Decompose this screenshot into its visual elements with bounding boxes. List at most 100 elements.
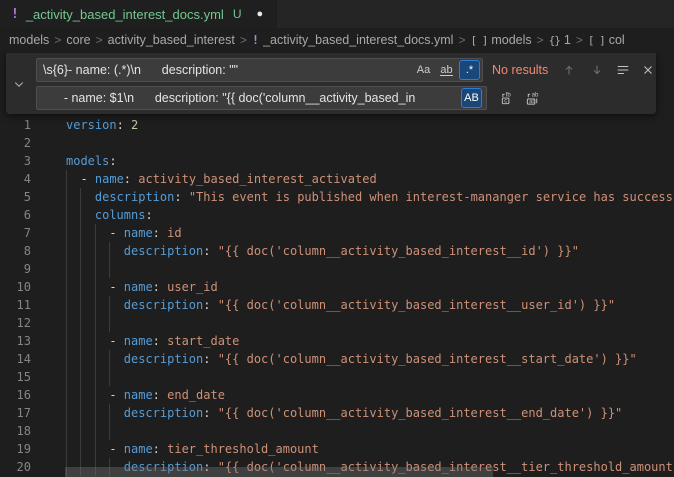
breadcrumb-separator-icon: >	[537, 33, 544, 47]
indent-guide	[66, 368, 80, 386]
code-area: 1version: 223models:4- name: activity_ba…	[0, 116, 674, 476]
code-line-16[interactable]: 16- name: end_date	[0, 386, 674, 404]
breadcrumb-item-activity-based-interest[interactable]: activity_based_interest	[108, 33, 235, 47]
code-line-8[interactable]: 8description: "{{ doc('column__activity_…	[0, 242, 674, 260]
find-in-selection-toggle[interactable]	[612, 60, 634, 80]
line-number: 19	[0, 440, 31, 458]
indent-guide	[66, 278, 80, 296]
find-previous-button[interactable]	[558, 60, 580, 80]
indent-guide	[66, 170, 80, 188]
line-number: 14	[0, 350, 31, 368]
code-line-18[interactable]: 18	[0, 422, 674, 440]
code-line-10[interactable]: 10- name: user_id	[0, 278, 674, 296]
indent-guide	[80, 242, 94, 260]
code-line-4[interactable]: 4- name: activity_based_interest_activat…	[0, 170, 674, 188]
line-number: 13	[0, 332, 31, 350]
breadcrumb-label: models	[9, 33, 49, 47]
toggle-replace-chevron-icon[interactable]	[8, 53, 30, 114]
indent-guide	[66, 224, 80, 242]
preserve-case-toggle[interactable]: AB	[461, 88, 482, 108]
indent-guide	[80, 224, 94, 242]
breadcrumb-item-models[interactable]: [ ]models	[470, 33, 531, 47]
tab-activity-based-interest-docs[interactable]: ! _activity_based_interest_docs.yml U ●	[0, 0, 277, 28]
symbol-kind-icon: {}	[549, 34, 560, 47]
whole-word-toggle[interactable]: ab	[436, 60, 457, 80]
indent-guide	[66, 242, 80, 260]
code-line-2[interactable]: 2	[0, 134, 674, 152]
indent-guide	[80, 350, 94, 368]
breadcrumb: models > core > activity_based_interest > !_ac…	[0, 28, 674, 52]
breadcrumb-label: core	[66, 33, 90, 47]
indent-guide	[109, 404, 123, 422]
code-line-3[interactable]: 3models:	[0, 152, 674, 170]
code-line-6[interactable]: 6columns:	[0, 206, 674, 224]
line-number: 20	[0, 458, 31, 476]
code-line-14[interactable]: 14description: "{{ doc('column__activity…	[0, 350, 674, 368]
breadcrumb-label: col	[609, 33, 625, 47]
code-line-17[interactable]: 17 description: "{{ doc('column__activity…	[0, 404, 674, 422]
code-line-13[interactable]: 13 - name: start_date	[0, 332, 674, 350]
line-number: 17	[0, 404, 31, 422]
git-untracked-badge: U	[233, 7, 242, 21]
tab-bar: ! _activity_based_interest_docs.yml U ●	[0, 0, 674, 28]
code-line-9[interactable]: 9	[0, 260, 674, 278]
modified-dot-icon[interactable]: ●	[257, 9, 264, 20]
indent-guide	[66, 296, 80, 314]
indent-guide	[80, 332, 94, 350]
indent-guide	[95, 278, 109, 296]
indent-guide	[109, 422, 123, 440]
breadcrumb-label: _activity_based_interest_docs.yml	[263, 33, 453, 47]
indent-guide	[95, 332, 109, 350]
code-line-7[interactable]: 7- name: id	[0, 224, 674, 242]
replace-button[interactable]: fb c	[496, 88, 518, 108]
breadcrumb-item-1[interactable]: {}1	[549, 33, 571, 47]
indent-guide	[66, 404, 80, 422]
code-line-19[interactable]: 19- name: tier_threshold_amount	[0, 440, 674, 458]
line-content: - name: user_id	[66, 278, 218, 296]
editor-pane[interactable]: 1version: 223models:4- name: activity_ba…	[0, 52, 674, 477]
line-content: - name: start_date	[66, 332, 239, 350]
find-next-button[interactable]	[586, 60, 608, 80]
line-number: 5	[0, 188, 31, 206]
svg-text:ac: ac	[529, 99, 535, 105]
indent-guide	[95, 440, 109, 458]
replace-all-button[interactable]: ab ac	[521, 88, 543, 108]
code-line-5[interactable]: 5description: "This event is published w…	[0, 188, 674, 206]
indent-guide	[66, 188, 80, 206]
breadcrumb-item-core[interactable]: core	[66, 33, 90, 47]
line-content: description: "{{ doc('column__activity_b…	[66, 404, 622, 422]
code-line-12[interactable]: 12	[0, 314, 674, 332]
breadcrumb-item-col[interactable]: [ ]col	[588, 33, 625, 47]
find-results-status: No results	[492, 58, 548, 82]
line-number: 18	[0, 422, 31, 440]
indent-guide	[66, 350, 80, 368]
indent-guide	[95, 404, 109, 422]
match-case-toggle[interactable]: Aa	[413, 60, 434, 80]
indent-guide	[80, 188, 94, 206]
horizontal-scrollbar[interactable]	[65, 467, 493, 477]
code-line-11[interactable]: 11description: "{{ doc('column__activity…	[0, 296, 674, 314]
indent-guide	[80, 404, 94, 422]
regex-toggle[interactable]: .*	[459, 60, 480, 80]
breadcrumb-separator-icon: >	[240, 33, 247, 47]
indent-guide	[66, 440, 80, 458]
breadcrumb-item-models[interactable]: models	[9, 33, 49, 47]
line-content: columns:	[66, 206, 153, 224]
line-number: 8	[0, 242, 31, 260]
code-line-15[interactable]: 15	[0, 368, 674, 386]
find-replace-widget: Aa ab .* No results AB	[6, 53, 656, 114]
line-number: 4	[0, 170, 31, 188]
symbol-kind-icon: [ ]	[470, 34, 487, 47]
line-content: - name: end_date	[66, 386, 225, 404]
indent-guide	[80, 296, 94, 314]
close-find-widget-button[interactable]	[637, 60, 659, 80]
indent-guide	[95, 422, 109, 440]
breadcrumb-separator-icon: >	[458, 33, 465, 47]
indent-guide	[95, 242, 109, 260]
replace-input[interactable]	[36, 86, 487, 110]
breadcrumb-item--activity-based-interest-docs-yml[interactable]: !_activity_based_interest_docs.yml	[252, 33, 454, 47]
indent-guide	[95, 314, 109, 332]
indent-guide	[80, 260, 94, 278]
replace-option-toggles: AB	[461, 88, 482, 108]
code-line-1[interactable]: 1version: 2	[0, 116, 674, 134]
